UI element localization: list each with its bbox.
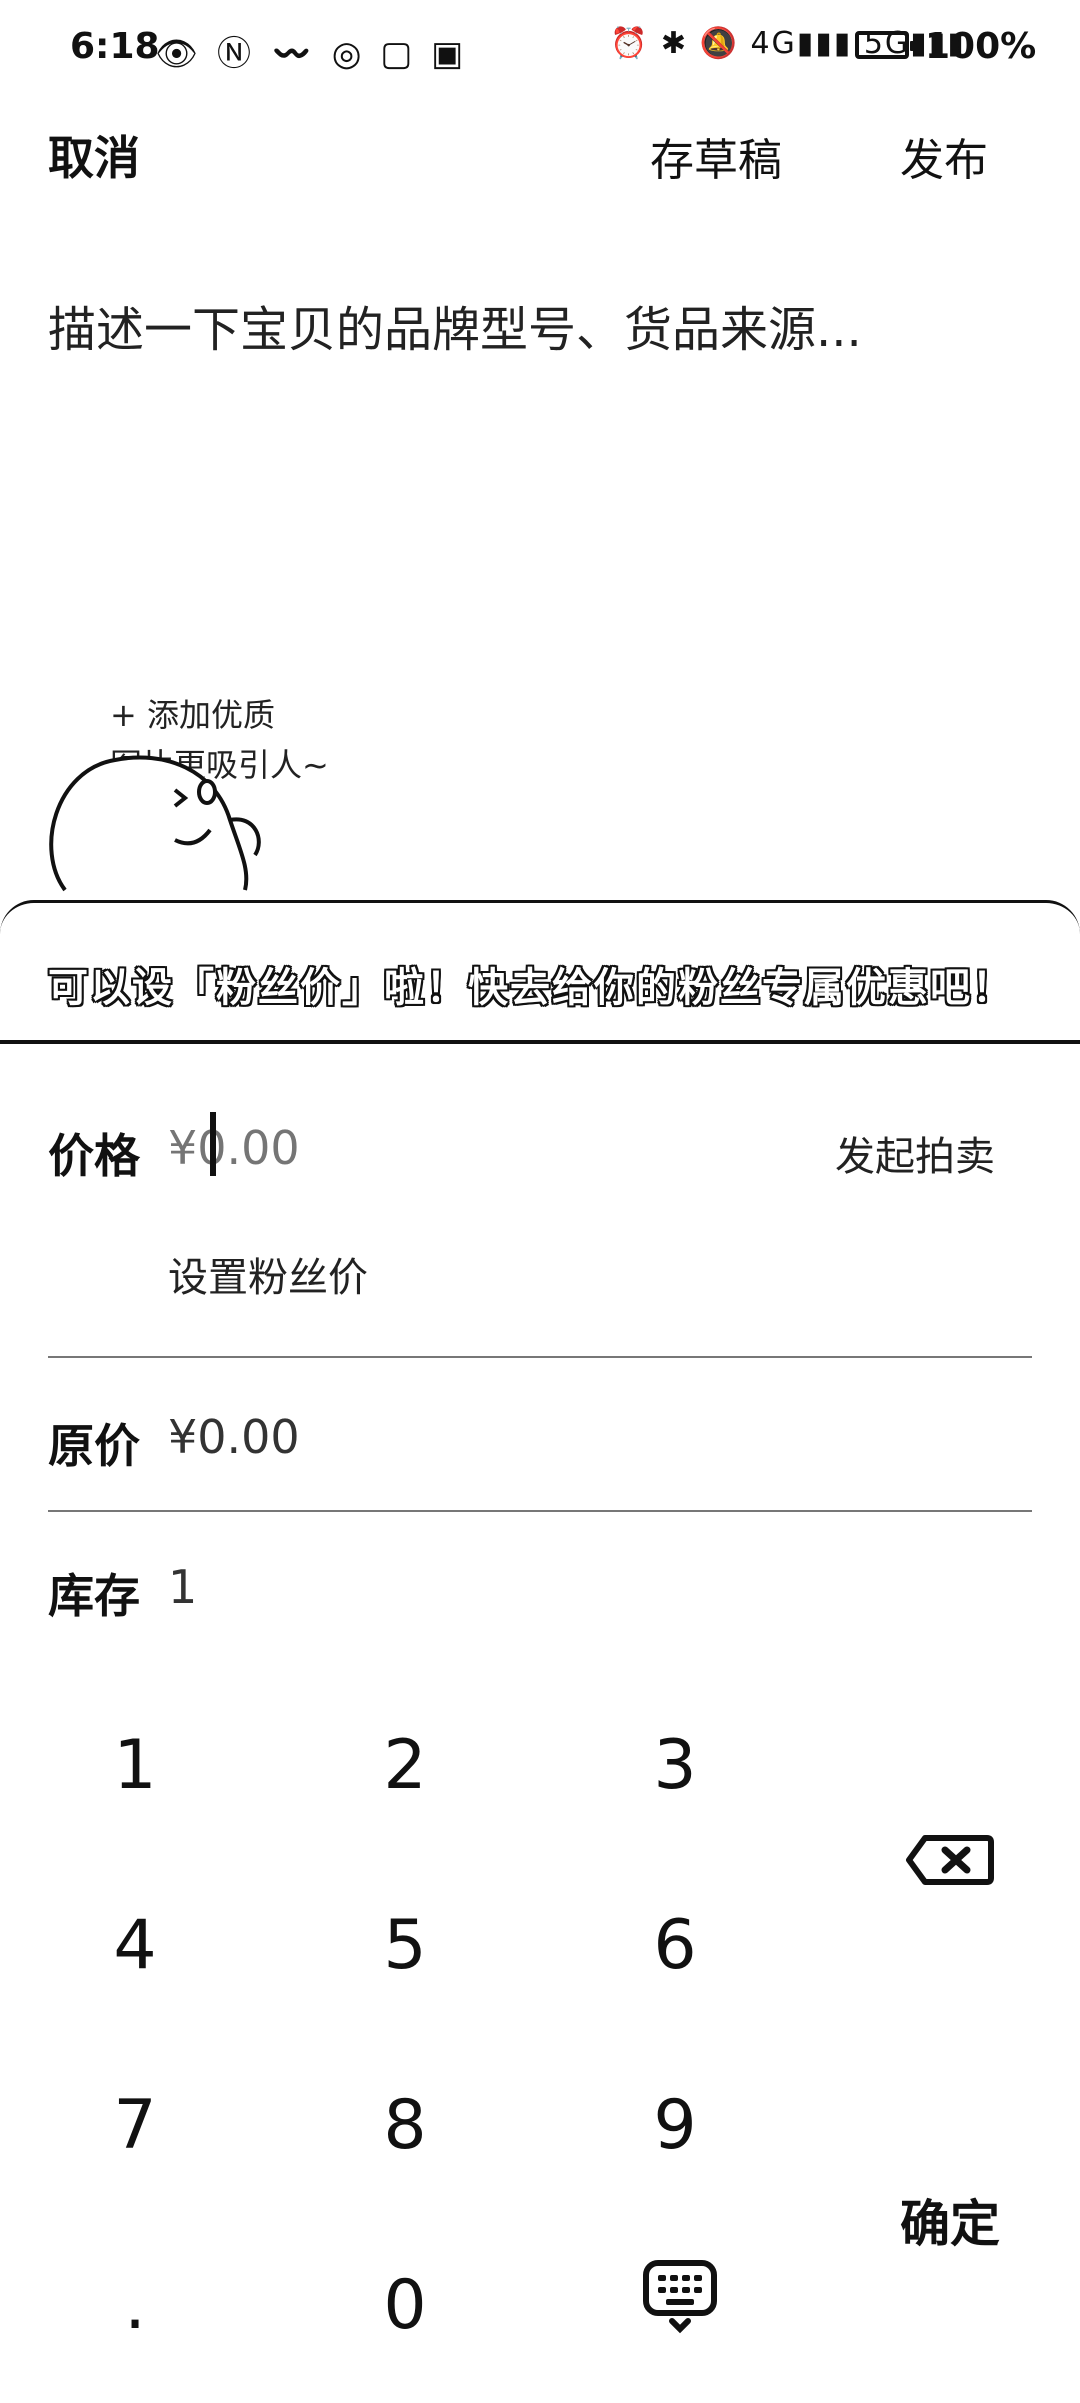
start-auction-button[interactable]: 发起拍卖 [835,1124,995,1182]
mascot-icon [49,755,261,892]
key-3[interactable]: 3 [585,1710,765,1820]
confirm-button[interactable]: 确定 [860,2160,1040,2280]
fan-price-banner: 可以设「粉丝价」啦！快去给你的粉丝专属优惠吧！ [48,965,1014,1011]
key-5[interactable]: 5 [315,1890,495,2000]
keyboard-icon [643,2260,717,2334]
key-4[interactable]: 4 [45,1890,225,2000]
delete-key[interactable] [870,1800,1030,1920]
text-cursor [210,1112,216,1176]
key-6[interactable]: 6 [585,1890,765,2000]
key-2[interactable]: 2 [315,1710,495,1820]
price-input[interactable] [168,1118,488,1178]
key-1[interactable]: 1 [45,1710,225,1820]
keyboard-toggle-button[interactable] [620,2240,740,2350]
original-price-field[interactable]: ¥0.00 [168,1410,300,1464]
backspace-icon [906,1835,994,1885]
divider [48,1510,1032,1512]
cancel-button[interactable]: 取消 [48,122,140,188]
original-price-label: 原价 [48,1419,140,1473]
stock-label: 库存 [48,1569,140,1623]
price-label: 价格 [48,1129,140,1183]
key-7[interactable]: 7 [45,2070,225,2180]
status-notification-icons: 👁 Ⓝ 〰 ◎ ▢ ▣ [155,34,468,74]
battery-percent: 100% [925,26,1037,67]
key-8[interactable]: 8 [315,2070,495,2180]
battery-icon [855,31,915,59]
status-bar: 6:18 👁 Ⓝ 〰 ◎ ▢ ▣ ⏰ ✱ 🔕 4G▮▮▮ 5G▮▮▮ 100% [0,0,1080,100]
stock-field[interactable]: 1 [168,1560,197,1614]
set-fan-price-button[interactable]: 设置粉丝价 [168,1245,368,1303]
divider [48,1356,1032,1358]
banner-divider [0,1040,1080,1044]
key-9[interactable]: 9 [585,2070,765,2180]
description-placeholder[interactable]: 描述一下宝贝的品牌型号、货品来源... [48,290,862,360]
key-dot[interactable]: . [45,2250,225,2360]
key-0[interactable]: 0 [315,2250,495,2360]
publish-button[interactable]: 发布 [900,124,988,188]
save-draft-button[interactable]: 存草稿 [650,124,782,188]
status-time: 6:18 [70,26,160,67]
